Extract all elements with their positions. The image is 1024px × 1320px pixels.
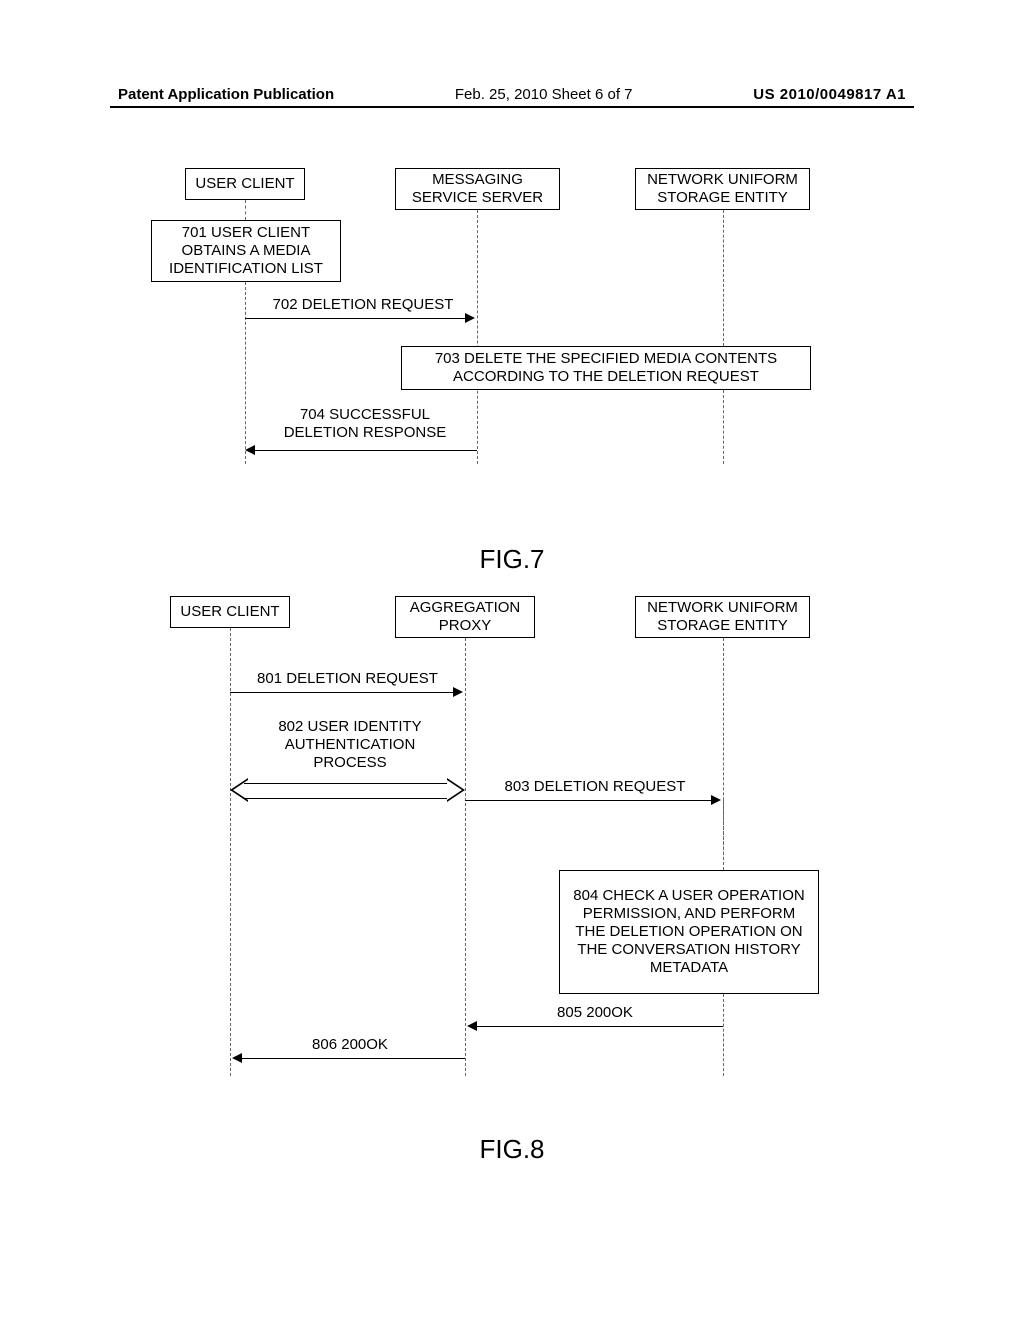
header-left: Patent Application Publication: [118, 86, 334, 103]
fig8-caption: FIG.8: [0, 1134, 1024, 1165]
fig8-lifeline-storage-entity-mid: [723, 800, 724, 870]
fig8-arrow-801: [230, 692, 455, 693]
fig7-lifeline-user-client-b: [245, 282, 246, 464]
fig8-double-arrow-802: [230, 778, 465, 802]
fig8-arrowhead-805: [467, 1021, 477, 1031]
fig8-actor-aggregation-proxy: AGGREGATION PROXY: [395, 596, 535, 638]
fig7-step-703: 703 DELETE THE SPECIFIED MEDIA CONTENTS …: [401, 346, 811, 390]
fig8-step-806-label: 806 200OK: [290, 1036, 410, 1054]
fig8-lifeline-aggregation-proxy: [465, 638, 466, 1076]
fig7-caption: FIG.7: [0, 544, 1024, 575]
figure-7: USER CLIENT MESSAGING SERVICE SERVER NET…: [145, 168, 885, 528]
header-right: US 2010/0049817 A1: [753, 86, 906, 103]
fig7-arrow-704: [255, 450, 477, 451]
fig8-step-805-label: 805 200OK: [535, 1004, 655, 1022]
fig7-arrowhead-704: [245, 445, 255, 455]
fig8-actor-network-uniform-storage-entity: NETWORK UNIFORM STORAGE ENTITY: [635, 596, 810, 638]
fig7-actor-user-client: USER CLIENT: [185, 168, 305, 200]
fig7-step-701: 701 USER CLIENT OBTAINS A MEDIA IDENTIFI…: [151, 220, 341, 282]
fig8-step-803-label: 803 DELETION REQUEST: [475, 778, 715, 796]
fig7-lifeline-service-server: [477, 210, 478, 464]
fig7-arrowhead-702: [465, 313, 475, 323]
fig8-arrow-806: [242, 1058, 465, 1059]
fig8-step-804: 804 CHECK A USER OPERATION PERMISSION, A…: [559, 870, 819, 994]
fig8-step-801-label: 801 DELETION REQUEST: [240, 670, 455, 688]
fig7-actor-messaging-service-server: MESSAGING SERVICE SERVER: [395, 168, 560, 210]
fig8-lifeline-user-client: [230, 628, 231, 1076]
fig7-step-704-label: 704 SUCCESSFUL DELETION RESPONSE: [265, 406, 465, 442]
page-header: Patent Application Publication Feb. 25, …: [118, 86, 906, 103]
header-rule: [110, 106, 914, 108]
fig7-lifeline-storage-entity-b: [723, 390, 724, 464]
fig7-arrow-702: [245, 318, 467, 319]
fig8-arrowhead-806: [232, 1053, 242, 1063]
fig8-arrow-803: [465, 800, 713, 801]
fig8-lifeline-storage-entity-b: [723, 994, 724, 1076]
fig7-lifeline-storage-entity-a: [723, 210, 724, 346]
figure-8: USER CLIENT AGGREGATION PROXY NETWORK UN…: [145, 596, 885, 1116]
fig7-actor-network-uniform-storage-entity: NETWORK UNIFORM STORAGE ENTITY: [635, 168, 810, 210]
fig8-step-802-label: 802 USER IDENTITY AUTHENTICATION PROCESS: [260, 718, 440, 772]
fig8-arrow-805: [477, 1026, 723, 1027]
header-center: Feb. 25, 2010 Sheet 6 of 7: [455, 86, 633, 103]
fig8-arrowhead-803: [711, 795, 721, 805]
fig7-lifeline-user-client-a: [245, 200, 246, 220]
fig7-step-702-label: 702 DELETION REQUEST: [258, 296, 468, 314]
fig8-actor-user-client: USER CLIENT: [170, 596, 290, 628]
fig8-arrowhead-801: [453, 687, 463, 697]
